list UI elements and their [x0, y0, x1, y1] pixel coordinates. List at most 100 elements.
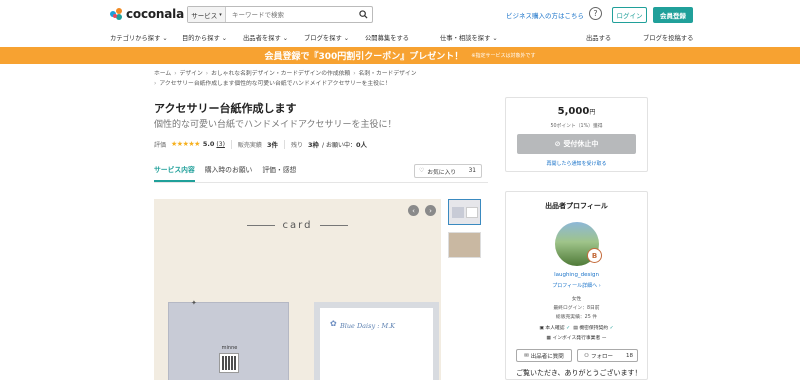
seller-username[interactable]: laughing_design — [506, 272, 647, 278]
remaining-value: 3枠 — [307, 141, 320, 149]
price-unit: 円 — [589, 109, 596, 116]
search-category-select[interactable]: サービス ▾ — [188, 7, 226, 22]
tab-purchase-request[interactable]: 購入時のお願い — [205, 164, 253, 182]
coconala-logo[interactable]: coconala — [110, 7, 184, 21]
nav-sellers[interactable]: 出品者を探す ⌄ — [243, 33, 288, 42]
thumbnail-2[interactable] — [448, 232, 481, 258]
nav-blog[interactable]: ブログを探す ⌄ — [304, 33, 349, 42]
promo-text: 会員登録で『300円割引クーポン』プレゼント！ — [264, 52, 464, 62]
remaining-label: 残り — [290, 141, 303, 149]
nav-public-request[interactable]: 公開募集をする — [365, 33, 409, 42]
gallery-prev-button[interactable]: ‹ — [408, 205, 419, 216]
invoice-icon: ▦ — [546, 336, 551, 341]
points-text: 50ポイント（1%）獲得 — [550, 124, 603, 129]
breadcrumb-category[interactable]: 名刺・カードデザイン — [359, 71, 417, 77]
thumbnail-card-right — [465, 206, 478, 218]
seller-profile-box: 出品者プロフィール B laughing_design プロフィール詳細へ › … — [505, 191, 648, 380]
service-title: アクセサリー台紙作成します — [154, 102, 297, 115]
search-icon — [358, 10, 368, 19]
nav-blog-label: ブログを探す — [304, 35, 342, 42]
gallery-next-button[interactable]: › — [425, 205, 436, 216]
chevron-down-icon: ⌄ — [221, 35, 228, 42]
follow-button[interactable]: ⚇ フォロー 18 — [577, 349, 638, 362]
ban-icon: ⊘ — [554, 140, 561, 148]
order-stopped-label: 受付休止中 — [563, 140, 599, 148]
follow-label: フォロー — [590, 353, 613, 360]
thumbnail-card-left — [451, 206, 464, 218]
notify-on-reopen-link[interactable]: 再開したら通知を受け取る — [506, 160, 647, 167]
promo-note: ※指定サービスは対象外です — [471, 53, 536, 59]
tab-reviews[interactable]: 評価・感想 — [262, 164, 296, 182]
login-button[interactable]: ログイン — [612, 7, 647, 23]
check-icon: ✓ — [566, 326, 571, 331]
rating-value: 5.0 — [202, 140, 215, 148]
chevron-down-icon: ⌄ — [343, 35, 350, 42]
chevron-right-icon: › — [598, 283, 601, 289]
business-purchase-link[interactable]: ビジネス購入の方はこちら — [506, 10, 584, 20]
breadcrumb-separator: › — [174, 71, 177, 77]
pin-icon: ✦ — [191, 299, 197, 307]
card-sample-right: ✿ Blue Daisy : M.K — [314, 302, 439, 380]
help-icon[interactable]: ? — [589, 7, 602, 20]
promo-banner[interactable]: 会員登録で『300円割引クーポン』プレゼント！ ※指定サービスは対象外です — [0, 47, 800, 64]
thumbnail-1[interactable] — [448, 199, 481, 225]
nav-purpose[interactable]: 目的から探す ⌄ — [182, 33, 227, 42]
search-bar: サービス ▾ — [187, 6, 373, 23]
profile-detail-label: プロフィール詳細へ — [552, 283, 598, 289]
chevron-right-icon: › — [429, 206, 432, 215]
logo-icon — [110, 8, 122, 20]
tab-service-content[interactable]: サービス内容 — [154, 164, 195, 182]
service-stats: 評価 ★★★★★ 5.0 (3) 販売実績 3件 残り 3枠 / お願い中： 0… — [154, 139, 367, 149]
chevron-down-icon: ▾ — [219, 11, 222, 18]
nav-categories[interactable]: カテゴリから探す ⌄ — [110, 33, 168, 42]
chevron-left-icon: ‹ — [412, 206, 415, 215]
verification-row: ▣ 本人確認 ✓ ▤ 機密保持契約 ✓ — [506, 324, 647, 331]
breadcrumb-design[interactable]: デザイン — [180, 71, 203, 77]
service-tabs: サービス内容 購入時のお願い 評価・感想 — [154, 164, 296, 182]
invoice-label: インボイス発行事業者 ー — [552, 336, 607, 341]
card-brand-text: minne — [221, 345, 238, 351]
add-user-icon: ⚇ — [584, 352, 589, 359]
breadcrumb-home[interactable]: ホーム — [154, 71, 171, 77]
divider — [230, 139, 232, 149]
profile-detail-link[interactable]: プロフィール詳細へ › — [506, 282, 647, 289]
signup-button[interactable]: 会員登録 — [653, 7, 693, 23]
nav-post-blog[interactable]: ブログを投稿する — [643, 33, 693, 42]
main-image[interactable]: card ✦ minne ✿ Blue Daisy : M.K — [154, 199, 441, 380]
qr-code-icon — [219, 353, 239, 373]
review-count[interactable]: (3) — [216, 141, 225, 148]
breadcrumb-separator: › — [353, 71, 356, 77]
sales-value: 3件 — [266, 141, 278, 149]
chevron-down-icon: ⌄ — [492, 35, 498, 42]
breadcrumb: ホーム › デザイン › おしゃれな名刺デザイン・カードデザインの作成依頼 › 名刺・カード… — [154, 69, 474, 89]
search-button[interactable] — [354, 7, 372, 22]
favorite-button[interactable]: ♡ お気に入り 31 — [414, 164, 482, 178]
purchase-box: 5,000円 50ポイント（1%）獲得 ⊘ 受付休止中 再開したら通知を受け取る — [505, 97, 648, 172]
seller-greeting: ご覧いただき、ありがとうございます！ — [516, 369, 642, 377]
document-icon: ▤ — [573, 326, 578, 331]
follow-count: 18 — [626, 352, 633, 359]
logo-text: coconala — [126, 7, 184, 21]
breadcrumb-namecard[interactable]: おしゃれな名刺デザイン・カードデザインの作成依頼 — [211, 71, 350, 77]
nav-sell[interactable]: 出品する — [586, 33, 611, 42]
tab-divider — [154, 182, 488, 183]
ask-seller-button[interactable]: ✉ 出品者に質問 — [516, 349, 572, 362]
total-sales: 総販売実績：25 件 — [555, 315, 598, 320]
nav-jobs[interactable]: 仕事・相談を探す ⌄ — [440, 33, 498, 42]
breadcrumb-separator: › — [154, 81, 157, 87]
star-rating-icon: ★★★★★ — [171, 140, 200, 148]
busy-label: / お願い中： — [322, 141, 356, 149]
breadcrumb-separator: › — [205, 71, 209, 77]
id-card-icon: ▣ — [539, 326, 544, 331]
main-nav: カテゴリから探す ⌄ 目的から探す ⌄ 出品者を探す ⌄ ブログを探す ⌄ 公開… — [0, 30, 800, 46]
chevron-down-icon: ⌄ — [282, 35, 289, 42]
id-verified-label: 本人確認 — [545, 326, 565, 331]
order-stopped-button[interactable]: ⊘ 受付休止中 — [517, 134, 636, 154]
search-category-label: サービス — [191, 11, 218, 20]
card-script-text: Blue Daisy : M.K — [340, 322, 396, 330]
invoice-row: ▦ インボイス発行事業者 ー — [506, 334, 647, 341]
breadcrumb-current: アクセサリー台紙作成します個性的な可愛い台紙でハンドメイドアクセサリーを主役に！ — [159, 81, 391, 87]
check-icon: ✓ — [609, 326, 614, 331]
profile-heading: 出品者プロフィール — [545, 202, 608, 210]
search-input[interactable] — [226, 7, 354, 22]
